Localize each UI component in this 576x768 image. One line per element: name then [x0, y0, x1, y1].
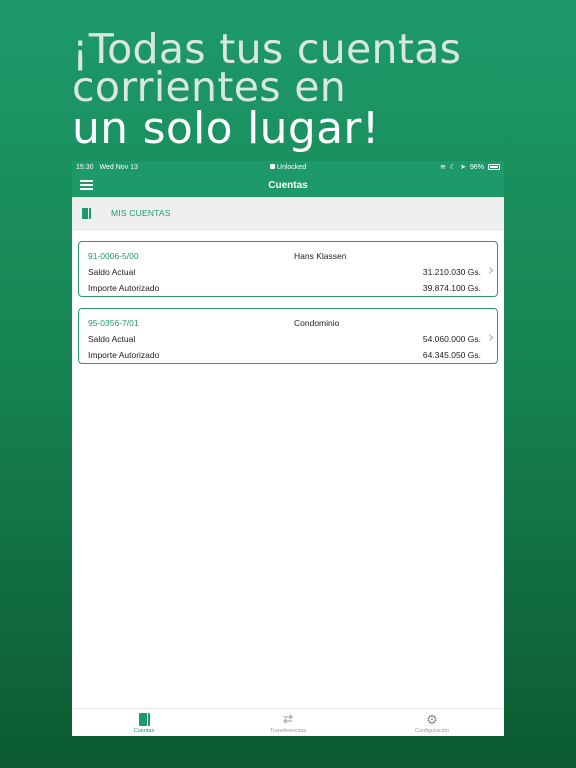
tab-transferencias[interactable]: ⇄ Transferencias	[216, 709, 360, 736]
menu-icon[interactable]	[80, 180, 93, 190]
nav-bar: Cuentas	[72, 173, 504, 197]
tab-label: Cuentas	[133, 728, 155, 734]
account-card[interactable]: 91-0006-5/00 Hans Klassen Saldo Actual 3…	[78, 241, 498, 297]
importe-value: 64.345.050 Gs.	[422, 350, 481, 360]
account-owner: Condominio	[294, 318, 340, 328]
tab-label: Transferencias	[269, 728, 307, 734]
saldo-value: 54.060.000 Gs.	[422, 334, 481, 344]
gear-icon: ⚙	[426, 712, 438, 727]
headline-line-3: un solo lugar!	[72, 103, 380, 154]
importe-label: Importe Autorizado	[88, 283, 160, 293]
account-number: 95-0356-7/01	[88, 318, 139, 328]
tab-bar: Cuentas ⇄ Transferencias ⚙ Configuración	[72, 708, 504, 736]
tab-configuracion[interactable]: ⚙ Configuración	[360, 709, 504, 736]
battery-icon	[488, 164, 500, 170]
account-owner: Hans Klassen	[294, 251, 347, 261]
importe-value: 39.874.100 Gs.	[422, 283, 481, 293]
tab-cuentas[interactable]: Cuentas	[72, 709, 216, 736]
tablet-screen: 15:30 Wed Nov 13 Unlocked ≋ ☾ ➤ 96% Cuen…	[72, 161, 504, 736]
saldo-value: 31.210.030 Gs.	[422, 267, 481, 277]
book-icon	[138, 713, 150, 726]
promo-headline: ¡Todas tus cuentas corrientes en un solo…	[72, 29, 542, 154]
account-number: 91-0006-5/00	[88, 251, 139, 261]
headline-line-2: corrientes en	[72, 63, 347, 111]
page-title: Cuentas	[268, 179, 308, 191]
status-bar: 15:30 Wed Nov 13 Unlocked ≋ ☾ ➤ 96%	[72, 161, 504, 173]
transfer-arrows-icon: ⇄	[282, 712, 294, 726]
section-header: MIS CUENTAS	[72, 197, 504, 230]
tab-label: Configuración	[415, 728, 449, 734]
saldo-label: Saldo Actual	[88, 267, 136, 277]
chevron-right-icon	[485, 333, 494, 342]
status-lock-label: Unlocked	[276, 163, 307, 171]
lock-icon	[269, 163, 275, 169]
account-card[interactable]: 95-0356-7/01 Condominio Saldo Actual 54.…	[78, 308, 498, 364]
section-label: MIS CUENTAS	[111, 208, 171, 218]
importe-label: Importe Autorizado	[88, 350, 160, 360]
book-icon	[82, 207, 91, 219]
chevron-right-icon	[485, 266, 494, 275]
saldo-label: Saldo Actual	[88, 334, 136, 344]
status-lock: Unlocked	[72, 163, 504, 171]
